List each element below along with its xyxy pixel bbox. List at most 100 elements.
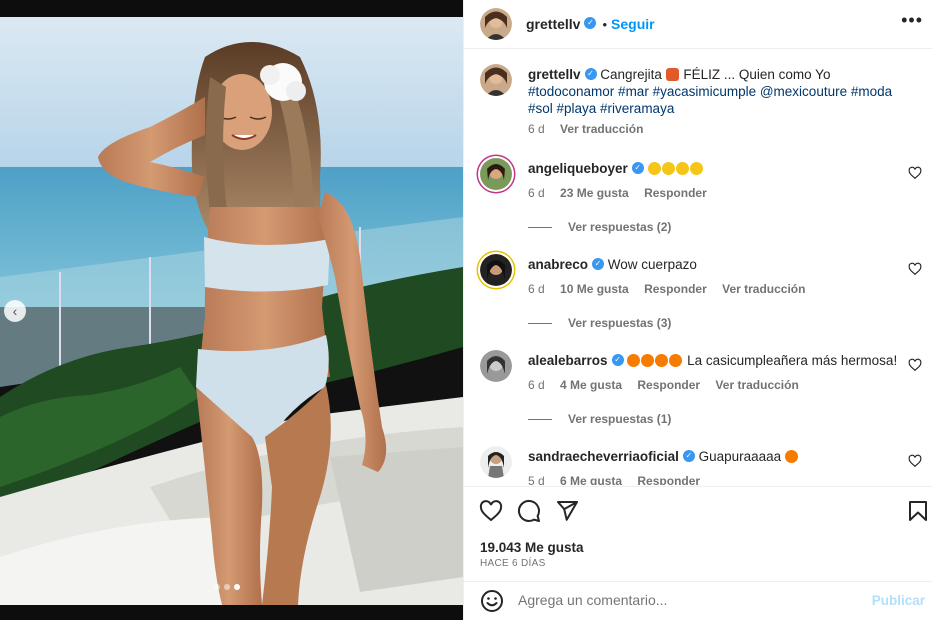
comment-avatar[interactable] [480, 446, 512, 478]
comment-icon[interactable] [517, 499, 541, 523]
heart-icon[interactable] [908, 166, 922, 180]
heart-icon[interactable] [479, 499, 503, 523]
view-replies-button[interactable]: Ver respuestas (2) [528, 220, 671, 234]
view-replies-label: Ver respuestas (3) [568, 316, 672, 330]
comment-text: Wow cuerpazo [607, 257, 697, 272]
caption-username[interactable]: grettellv [528, 67, 581, 82]
caption-avatar[interactable] [480, 64, 512, 96]
comment-time[interactable]: 6 d [528, 186, 545, 200]
beach-photo-image [0, 17, 463, 605]
post-header: grettellv ✓ • Seguir ••• [464, 0, 932, 49]
verified-icon: ✓ [611, 354, 624, 367]
save-icon[interactable] [906, 499, 930, 523]
carousel-dot [224, 584, 230, 590]
comments-list[interactable]: grettellv ✓ Cangrejita FÉLIZ ... Quien co… [464, 50, 932, 485]
chevron-left-icon: ‹ [12, 303, 18, 319]
heart-icon[interactable] [908, 454, 922, 468]
caption-text-before: Cangrejita [600, 67, 662, 82]
share-icon[interactable] [555, 499, 579, 523]
likes-count[interactable]: 19.043 Me gusta [480, 540, 584, 555]
replies-line [528, 419, 552, 421]
post-photo: ‹ [0, 0, 463, 620]
follow-button[interactable]: Seguir [611, 16, 655, 32]
comment-item: sandraecheverriaoficial ✓ Guapuraaaaa 5 d… [480, 446, 922, 485]
carousel-prev-button[interactable]: ‹ [4, 300, 26, 322]
comment-likes[interactable]: 6 Me gusta [560, 474, 622, 485]
comment-body: anabreco ✓ Wow cuerpazo [528, 256, 908, 273]
comment-item: alealebarros ✓ La casicumpleañera más her… [480, 350, 922, 430]
comment-username[interactable]: angeliqueboyer [528, 161, 628, 176]
emoji-icon[interactable] [480, 589, 504, 613]
view-replies-button[interactable]: Ver respuestas (3) [528, 316, 671, 330]
comment-likes[interactable]: 23 Me gusta [560, 186, 629, 200]
view-replies-button[interactable]: Ver respuestas (1) [528, 412, 671, 426]
comment-body: angeliqueboyer ✓ [528, 160, 908, 177]
comment-avatar[interactable] [480, 254, 512, 286]
post-side-panel: grettellv ✓ • Seguir ••• grettellv ✓ Cang… [463, 0, 932, 620]
more-icon[interactable]: ••• [901, 10, 923, 30]
verified-icon: ✓ [592, 258, 605, 271]
comment-avatar[interactable] [480, 350, 512, 382]
comment-time[interactable]: 5 d [528, 474, 545, 485]
clap-emojis-icon [647, 161, 704, 176]
heart-icon[interactable] [908, 262, 922, 276]
caption: grettellv ✓ Cangrejita FÉLIZ ... Quien co… [480, 64, 920, 144]
comment-likes[interactable]: 4 Me gusta [560, 378, 622, 392]
comment-body: sandraecheverriaoficial ✓ Guapuraaaaa [528, 448, 908, 465]
comment-body: alealebarros ✓ La casicumpleañera más her… [528, 352, 908, 369]
fire-emojis-icon [627, 353, 687, 368]
comment-meta: 5 d 6 Me gusta Responder [528, 474, 712, 485]
comment-text: Guapuraaaaa [698, 449, 782, 464]
replies-line [528, 323, 552, 325]
verified-icon: ✓ [631, 162, 644, 175]
crab-emoji-icon [665, 67, 679, 81]
comment-time[interactable]: 6 d [528, 282, 545, 296]
carousel-dots [214, 584, 240, 590]
caption-text-after: FÉLIZ ... Quien como Yo [683, 67, 831, 82]
author-avatar[interactable] [480, 8, 512, 40]
comment-username[interactable]: sandraecheverriaoficial [528, 449, 679, 464]
comment-meta: 6 d 23 Me gusta Responder [528, 186, 719, 200]
fire-emoji-icon [784, 449, 798, 463]
carousel-dot [214, 584, 220, 590]
view-replies-label: Ver respuestas (1) [568, 412, 672, 426]
caption-hashtags-line1[interactable]: #todoconamor #mar #yacasimicumple @mexic… [528, 84, 892, 99]
post-actions: 19.043 Me gusta HACE 6 DÍAS [464, 486, 932, 581]
caption-time[interactable]: 6 d [528, 122, 545, 136]
comment-translate-link[interactable]: Ver traducción [722, 282, 805, 296]
heart-icon[interactable] [908, 358, 922, 372]
replies-line [528, 227, 552, 229]
comment-username[interactable]: alealebarros [528, 353, 608, 368]
caption-text: grettellv ✓ Cangrejita FÉLIZ ... Quien co… [528, 66, 908, 117]
comment-likes[interactable]: 10 Me gusta [560, 282, 629, 296]
verified-icon: ✓ [682, 450, 695, 463]
photo-letterbox-top [0, 0, 463, 17]
comment-meta: 6 d 4 Me gusta Responder Ver traducción [528, 378, 811, 392]
comment-reply-button[interactable]: Responder [644, 186, 707, 200]
carousel-dot-active [234, 584, 240, 590]
comment-item: angeliqueboyer ✓ 6 d 23 Me gusta Responde… [480, 158, 922, 238]
comment-text: La casicumpleañera más hermosa! [687, 353, 898, 368]
add-comment-bar: Publicar [464, 581, 932, 620]
comment-meta: 6 d 10 Me gusta Responder Ver traducción [528, 282, 817, 296]
caption-hashtags-line2[interactable]: #sol #playa #riveramaya [528, 101, 674, 116]
comment-avatar[interactable] [480, 158, 512, 190]
comment-item: anabreco ✓ Wow cuerpazo 6 d 10 Me gusta R… [480, 254, 922, 334]
post-time-ago[interactable]: HACE 6 DÍAS [480, 558, 546, 569]
author-username[interactable]: grettellv [526, 16, 580, 32]
header-separator: • [602, 16, 608, 32]
view-replies-label: Ver respuestas (2) [568, 220, 672, 234]
comment-username[interactable]: anabreco [528, 257, 588, 272]
comment-reply-button[interactable]: Responder [644, 282, 707, 296]
comment-translate-link[interactable]: Ver traducción [715, 378, 798, 392]
comment-time[interactable]: 6 d [528, 378, 545, 392]
verified-icon: ✓ [584, 68, 597, 81]
comment-reply-button[interactable]: Responder [637, 378, 700, 392]
comment-reply-button[interactable]: Responder [637, 474, 700, 485]
photo-letterbox-bottom [0, 605, 463, 620]
caption-meta: 6 d Ver traducción [528, 122, 655, 136]
verified-icon: ✓ [584, 17, 597, 29]
caption-translate-link[interactable]: Ver traducción [560, 122, 643, 136]
comment-input[interactable] [518, 592, 858, 608]
publish-button[interactable]: Publicar [872, 593, 925, 608]
